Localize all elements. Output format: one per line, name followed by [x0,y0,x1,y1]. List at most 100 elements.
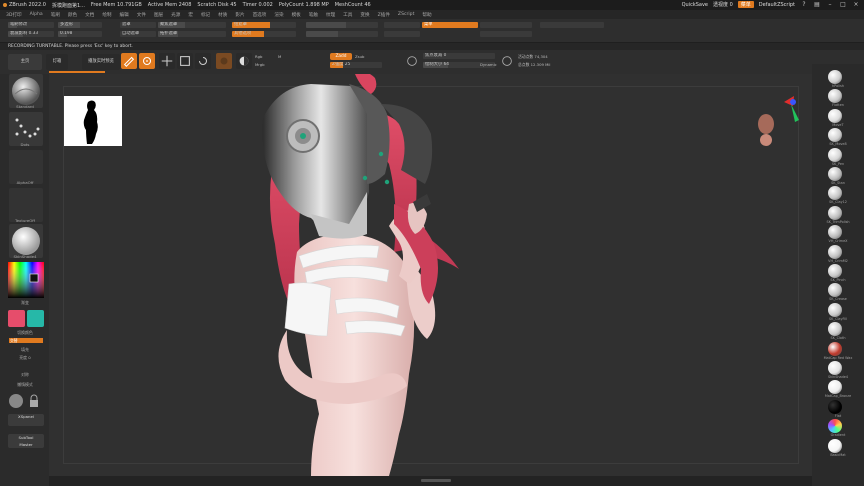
option-toggle-a[interactable] [384,22,420,28]
focal-shift-slider[interactable]: 焦点衰减 0 [423,53,495,59]
material-thumbnail[interactable] [9,224,43,258]
menu-item[interactable]: 渲染 [274,12,283,18]
edit-mode-button[interactable] [121,53,137,69]
menu-item[interactable]: 图层 [154,12,163,18]
rgb-label[interactable]: Rgb [255,54,262,59]
option-slider-a[interactable] [306,22,378,28]
rotate-mode-button[interactable] [195,53,211,69]
home-button[interactable]: 主页 [8,54,42,70]
default-zscript[interactable]: DefaultZScript [759,2,795,8]
dynamic-toggle[interactable]: Dynamic [480,62,497,67]
lock-icon[interactable] [28,394,40,408]
menu-item[interactable]: 变换 [360,12,369,18]
menu-item[interactable]: 光源 [171,12,180,18]
menu-item[interactable]: 文件 [137,12,146,18]
menu-item[interactable]: 3D打印 [6,12,22,18]
brush-sk-pen-icon[interactable] [828,147,842,162]
menu-item[interactable]: 工具 [343,12,352,18]
menu-item[interactable]: 模板 [292,12,301,18]
brush-sk-move8-icon[interactable] [828,128,842,143]
brush-movet-icon[interactable] [828,108,842,123]
brush-sk-cloth-icon[interactable] [828,322,842,337]
lazy-mode-label[interactable]: 懒惰模式 [4,382,46,388]
menu-item[interactable]: 影片 [235,12,244,18]
zsub-button[interactable]: Zsub [355,54,364,59]
menu-item[interactable]: 绘制 [102,12,111,18]
minimize-icon[interactable]: – [826,1,834,8]
alternate-toggle[interactable]: 交替 [9,338,43,343]
quicksave-button[interactable]: QuickSave [682,2,708,8]
option-slider-e[interactable] [540,22,604,28]
brush-skinshade4-icon[interactable] [828,361,842,375]
maximize-icon[interactable]: □ [839,1,847,8]
brush-flat-icon[interactable] [828,399,842,414]
switch-color-label[interactable]: 切换颜色 [4,330,46,336]
group-mask-slider[interactable]: 组遮罩 [232,22,296,28]
brush-hpolish-icon[interactable] [828,70,842,84]
menu-item[interactable]: 帮助 [422,12,431,18]
menu-item[interactable]: 笔触 [309,12,318,18]
xspanel-button[interactable]: XSpanel [8,414,44,426]
blur-slider[interactable]: 0.198 [58,31,102,37]
menu-item[interactable]: 编辑 [120,12,129,18]
lightbox-button[interactable]: 灯箱 [46,54,68,70]
bottom-tray-handle[interactable] [421,479,451,482]
canvas-viewport[interactable] [49,74,812,476]
menu-item[interactable]: 宏 [188,12,193,18]
menu-item[interactable]: 颜色 [68,12,77,18]
menus-orange-slider[interactable]: 菜单 [422,22,478,28]
color-picker[interactable] [8,262,44,298]
brush-matcap-red-wax-icon[interactable] [828,341,842,356]
menu-item[interactable]: 材质 [218,12,227,18]
brush-basicmat-icon[interactable] [828,438,842,453]
menu-item[interactable]: ZScript [398,12,414,17]
zadd-button[interactable]: Zadd [330,53,352,60]
draw-mode-button[interactable] [139,53,155,69]
option-toggle-b[interactable] [384,31,420,37]
topology-mask-slider[interactable]: 拓扑遮罩 [158,31,226,37]
brush-vh-crimex-icon[interactable] [828,225,842,240]
brush-sk-stan-icon[interactable] [828,167,842,181]
other-options-slider[interactable]: 其他选项 [232,31,296,37]
menu-item[interactable]: Z插件 [378,12,390,18]
subtool-master-button[interactable]: SubTool Master [8,434,44,448]
close-icon[interactable]: × [852,1,860,8]
focus-mask-slider[interactable]: 聚焦遮罩 [158,22,226,28]
live-boolean-button[interactable]: 播放实时预览 [82,54,120,70]
menu-item[interactable]: 标记 [201,12,210,18]
brush-sk-clayfill-icon[interactable] [828,302,842,317]
menu-item[interactable]: 笔刷 [51,12,60,18]
brush-thumbnail[interactable] [9,74,43,108]
menu-item[interactable]: Alpha [30,12,43,17]
help-icon[interactable]: ? [800,1,808,8]
brightness-label[interactable]: 亮度 0 [4,355,46,361]
automask-slider[interactable]: 自动遮罩 [120,31,156,37]
texture-thumbnail[interactable] [9,188,43,222]
brush-vh-crimm2-icon[interactable] [828,244,842,259]
brush-modifier-slider[interactable]: 笔刷修改 [8,22,54,28]
brush-matcap-bronze-icon[interactable] [828,380,842,395]
orientation-gizmo[interactable] [784,96,799,122]
brush-sk-pinch-icon[interactable] [828,264,842,278]
brush-flatten-icon[interactable] [828,89,842,104]
material-toggle-button[interactable] [216,53,232,69]
scale-mode-button[interactable] [177,53,193,69]
mask-slider[interactable]: 遮罩 [120,22,156,28]
symmetry-label[interactable]: 对称 [4,372,46,378]
m-label[interactable]: M [278,54,281,59]
falloff-slider[interactable]: 衰减影响 0.33 [8,31,54,37]
option-slider-d[interactable] [480,31,532,37]
secondary-color-swatch[interactable] [27,310,44,327]
fill-label[interactable]: 填充 [4,347,46,353]
gizmo-toggle-button[interactable] [236,53,252,69]
alpha-thumbnail[interactable] [9,150,43,184]
layout-icon[interactable]: ▤ [813,1,821,8]
menu-item[interactable]: 文档 [85,12,94,18]
capture-icon[interactable] [9,394,23,408]
menus-toggle[interactable]: 菜单 [737,1,754,8]
option-slider-c[interactable] [480,22,532,28]
poly-slider[interactable]: 多边形 [58,22,102,28]
primary-color-swatch[interactable] [8,310,25,327]
option-slider-b[interactable] [306,31,378,37]
brush-sk-clay12-icon[interactable] [828,186,842,201]
